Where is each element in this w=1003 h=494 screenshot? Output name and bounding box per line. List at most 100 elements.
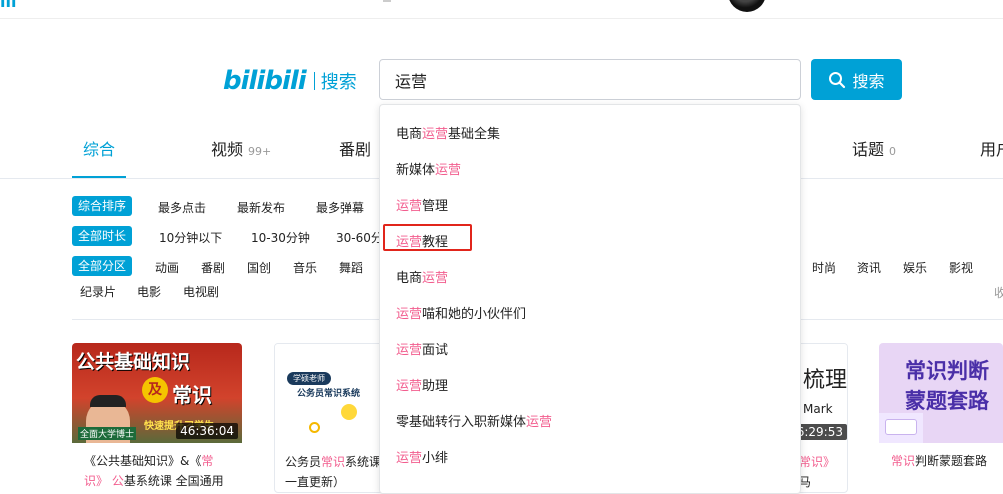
tab-bangumi[interactable]: 番剧 [339,136,371,160]
suggestion-text: 基础全集 [448,127,501,142]
thumbnail-text: 及 [142,377,168,403]
tab-label: 视频 [211,140,244,159]
title-text: 公务员 [285,455,322,469]
logo-search-label: 搜索 [320,72,357,93]
tab-all[interactable]: 综合 [83,136,115,160]
title-text: 《公共基础知识》&《 [84,454,202,468]
tab-label: 用户 [980,140,1003,159]
tab-topic[interactable]: 话题 0 [852,136,896,160]
suggestion-item[interactable]: 零基础转行入职新媒体运营 [396,411,552,430]
title-highlight: 常识》 [799,455,836,469]
tab-label: 番剧 [339,140,372,159]
thumbnail-badge: 全面大学博士 [78,427,137,440]
suggestion-text: 新媒体 [396,163,436,178]
filter-zone-item[interactable]: 电视剧 [183,283,219,300]
suggestion-keyword: 运营 [422,127,449,142]
filter-duration-item[interactable]: 10分钟以下 [159,229,222,246]
top-nav-fragment [383,0,391,2]
title-highlight: 常 [201,454,214,468]
video-title[interactable]: 公务员常识系统课 一直更新） [285,452,383,492]
suggestion-item[interactable]: 电商运营基础全集 [396,123,500,142]
video-card[interactable]: 学硕老师 公务员常识系统 公务员常识系统课 一直更新） [274,343,384,493]
bilibili-logo: bilibili [223,66,307,96]
suggestion-keyword: 运营 [422,271,449,286]
suggestion-keyword: 运营 [435,163,462,178]
thumbnail-text: Mark [803,402,833,416]
title-highlight: 常识 [321,455,346,469]
top-logo-fragment[interactable]: ili [0,0,16,11]
filter-zone-item[interactable]: 时尚 [812,259,836,276]
title-highlight: 公 [111,474,124,488]
video-thumbnail[interactable]: 常识判断 蒙题套路 [879,343,1003,443]
video-duration: 6:29:53 [801,424,847,440]
suggestion-item[interactable]: 运营喵和她的小伙伴们 [396,303,526,322]
thumbnail-text: 常识判断 [905,359,989,383]
tab-video[interactable]: 视频 99+ [211,136,271,160]
tab-label: 话题 [852,140,885,159]
suggestion-keyword: 运营 [396,199,423,214]
filter-zone-item[interactable]: 纪录片 [80,283,116,300]
filter-zone-item[interactable]: 资讯 [857,259,881,276]
filter-duration-item[interactable]: 10-30分钟 [251,229,310,246]
suggestion-item[interactable]: 运营管理 [396,195,448,214]
search-button[interactable]: 搜索 [811,59,902,100]
video-title[interactable]: 《公共基础知识》&《常 识》 公基系统课 全国通用 [84,451,234,491]
filter-zone-item[interactable]: 动画 [155,259,179,276]
video-thumbnail[interactable]: 公共基础知识 及 常识 快速提升刁学生 全面大学博士 46:36:04 [72,343,242,443]
video-thumbnail[interactable]: 梳理 Mark 6:29:53 [801,344,847,444]
thumbnail-text: 常识 [172,383,212,407]
filter-zone-item[interactable]: 音乐 [293,259,317,276]
suggestion-item[interactable]: 电商运营 [396,267,448,286]
tab-count: 0 [889,145,897,158]
filter-zone-selected[interactable]: 全部分区 [72,256,133,276]
filter-zone-item[interactable]: 电影 [137,283,161,300]
thumbnail-text: 蒙题套路 [905,389,989,413]
video-title[interactable]: 常识》马 [799,452,847,492]
suggestion-text: 电商 [396,127,423,142]
suggestion-text: 喵和她的小伙伴们 [422,307,527,322]
filter-duration-selected[interactable]: 全部时长 [72,226,133,246]
thumbnail-text: 公务员常识系统 [297,389,361,399]
suggestion-keyword: 运营 [396,307,423,322]
video-card[interactable]: 常识判断 蒙题套路 常识判断蒙题套路 [879,343,1003,493]
tab-count: 99+ [248,145,272,158]
filter-duration-item[interactable]: 30-60分 [336,229,383,246]
filter-sort-selected[interactable]: 综合排序 [72,196,133,216]
thumbnail-text: 公共基础知识 [76,351,191,373]
filter-collapse-toggle[interactable]: 收 [994,284,1003,301]
suggestion-item[interactable]: 新媒体运营 [396,159,461,178]
filter-sort-item[interactable]: 最多点击 [158,199,206,216]
filter-zone-item[interactable]: 番剧 [201,259,225,276]
title-highlight: 识》 [84,474,109,488]
suggestion-item[interactable]: 运营助理 [396,375,448,394]
tab-user[interactable]: 用户 [980,136,1003,160]
video-thumbnail[interactable]: 学硕老师 公务员常识系统 [275,344,383,444]
thumbnail-decoration [341,404,357,420]
video-title[interactable]: 常识判断蒙题套路 [891,451,1003,471]
filter-sort-item[interactable]: 最多弹幕 [316,199,364,216]
title-highlight: 常识 [891,454,916,468]
top-nav-bar [0,0,1003,19]
filter-zone-item[interactable]: 国创 [247,259,271,276]
search-logo[interactable]: bilibili 搜索 [223,66,357,96]
filter-zone-item[interactable]: 影视 [949,259,973,276]
highlight-annotation-box [383,224,472,251]
suggestion-item[interactable]: 运营小绯 [396,447,448,466]
search-input[interactable] [379,59,801,100]
filter-duration-row: 全部时长 [72,226,133,246]
filter-sort-item[interactable]: 最新发布 [237,199,285,216]
filter-sort-row: 综合排序 [72,196,133,216]
suggestion-item[interactable]: 运营面试 [396,339,448,358]
video-card[interactable]: 公共基础知识 及 常识 快速提升刁学生 全面大学博士 46:36:04 《公共基… [72,343,242,493]
suggestion-text: 管理 [422,199,449,214]
tab-label: 综合 [83,140,116,159]
thumbnail-badge: 学硕老师 [287,372,331,385]
search-button-label: 搜索 [852,71,885,91]
suggestion-keyword: 运营 [396,451,423,466]
filter-zone-item[interactable]: 舞蹈 [339,259,363,276]
filter-zone-item[interactable]: 娱乐 [903,259,927,276]
title-text: 一直更新） [285,475,346,489]
search-icon [828,71,846,89]
suggestion-text: 零基础转行入职新媒体 [396,415,527,430]
filter-zone-row: 全部分区 [72,256,133,276]
